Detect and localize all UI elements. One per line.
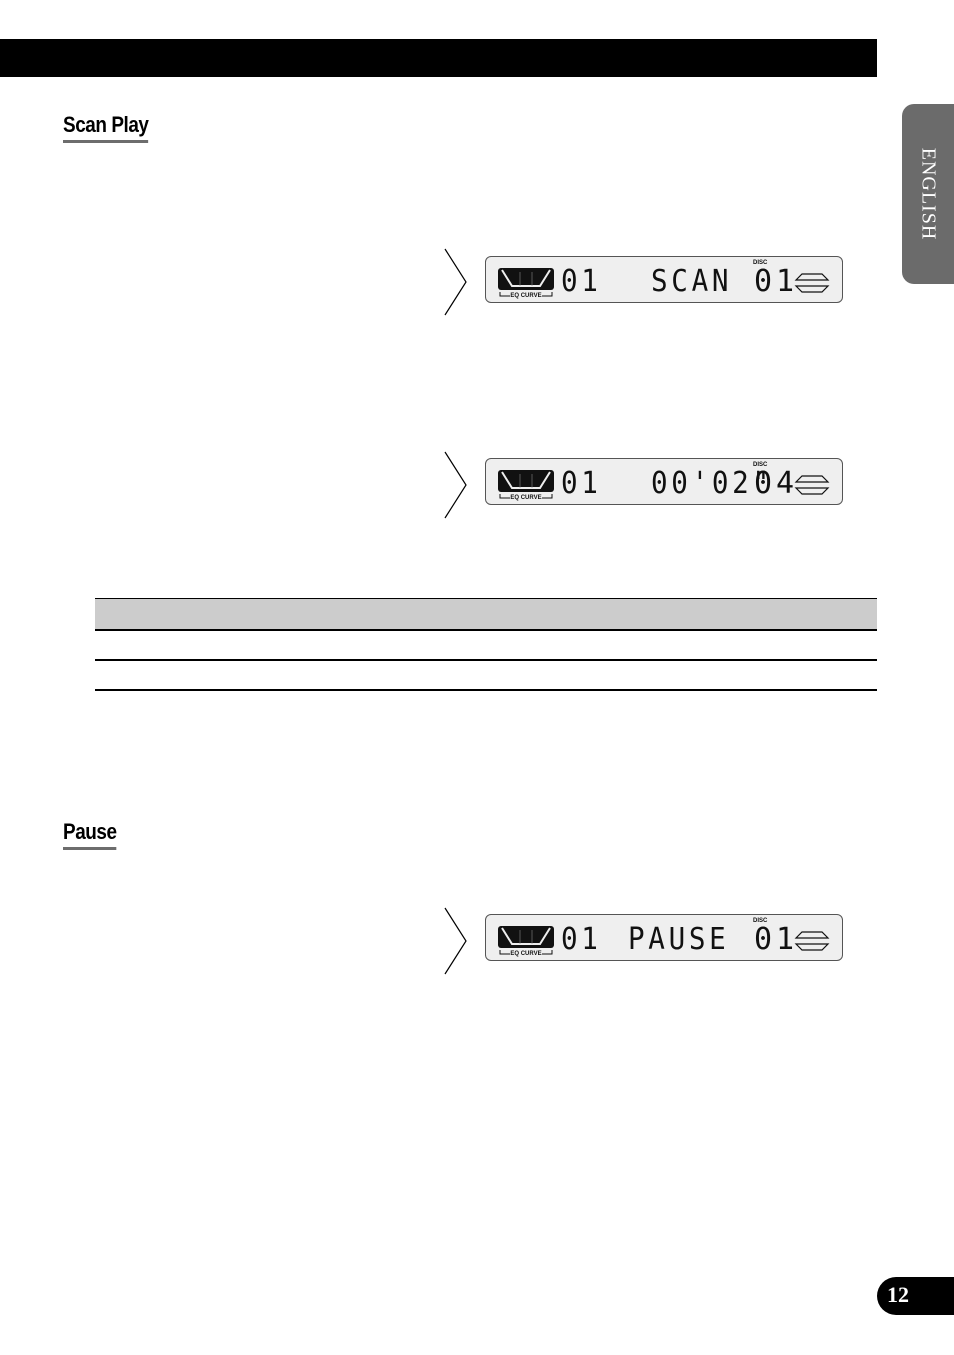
disc-tray-icon (794, 273, 830, 293)
page-number: 12 (887, 1282, 909, 1307)
lcd-track: 01 (561, 466, 602, 501)
language-tab: ENGLISH (902, 104, 954, 284)
lcd-display-time: EQ CURVE 01 00'02" DISC 04 (485, 458, 843, 505)
lcd-disc-number: 01 (754, 264, 799, 299)
lcd-disc-number: 01 (754, 922, 799, 957)
section-title-scan-play: Scan Play (63, 112, 149, 143)
info-table (95, 598, 877, 691)
lcd-disc-number: 04 (754, 466, 799, 501)
svg-text:EQ CURVE: EQ CURVE (510, 495, 541, 501)
lcd-main-text: PAUSE (628, 922, 730, 957)
eq-curve-icon: EQ CURVE (498, 926, 554, 957)
svg-text:EQ CURVE: EQ CURVE (510, 293, 541, 299)
eq-curve-icon: EQ CURVE (498, 470, 554, 501)
page-number-badge: 12 (877, 1277, 954, 1315)
disc-tray-icon (794, 931, 830, 951)
table-row (95, 631, 877, 661)
table-row (95, 661, 877, 691)
eq-curve-icon: EQ CURVE (498, 268, 554, 299)
disc-tray-icon (794, 475, 830, 495)
lcd-display-pause: EQ CURVE 01 PAUSE DISC 01 (485, 914, 843, 961)
lcd-display-scan: EQ CURVE 01 SCAN DISC 01 (485, 256, 843, 303)
step-arrow-icon (444, 907, 467, 975)
step-arrow-icon (444, 451, 467, 519)
section-title-pause: Pause (63, 819, 117, 850)
step-arrow-icon (444, 248, 467, 316)
language-label: ENGLISH (917, 147, 940, 241)
lcd-main-text: SCAN (651, 264, 733, 299)
header-bar (0, 39, 877, 77)
lcd-track: 01 (561, 922, 602, 957)
svg-text:EQ CURVE: EQ CURVE (510, 951, 541, 957)
table-header (95, 598, 877, 631)
lcd-track: 01 (561, 264, 602, 299)
